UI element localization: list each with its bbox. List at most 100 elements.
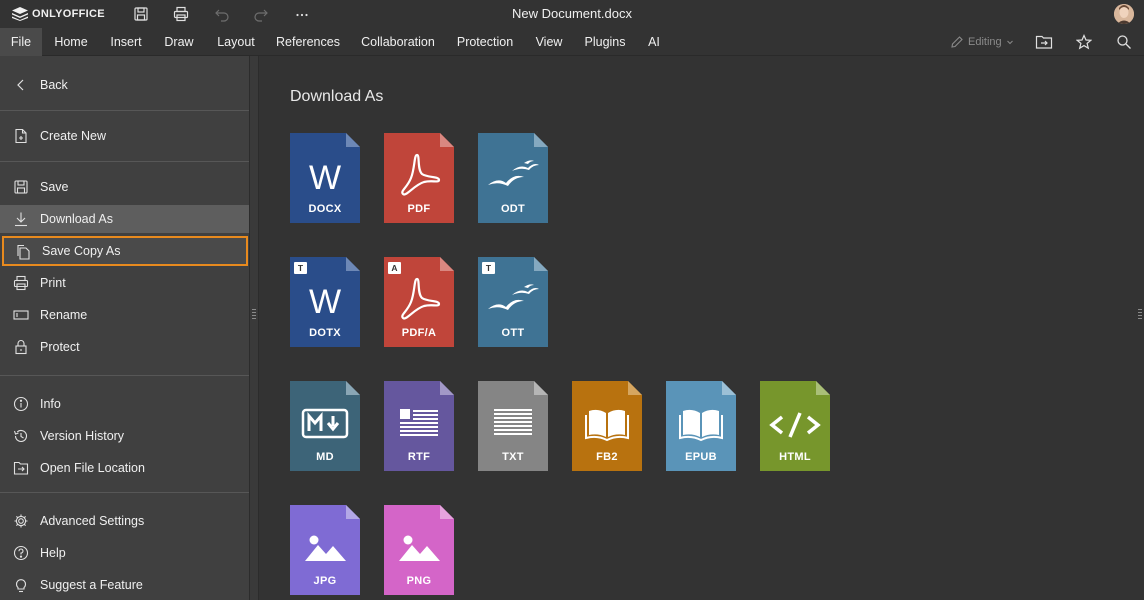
save-icon — [134, 7, 148, 21]
format-label: JPG — [313, 575, 337, 587]
format-label: DOCX — [308, 203, 342, 215]
sidebar-item-back[interactable]: Back — [0, 71, 249, 99]
open-location-button[interactable] — [1033, 32, 1055, 52]
sidebar-item-help[interactable]: Help — [0, 539, 249, 567]
sidebar-item-label: Help — [40, 546, 66, 560]
format-epub-button[interactable]: EPUB — [666, 381, 736, 471]
splitter-grip-icon — [1138, 309, 1142, 319]
sidebar-item-info[interactable]: Info — [0, 390, 249, 418]
tab-draw[interactable]: Draw — [157, 28, 201, 56]
sidebar-item-label: Download As — [40, 212, 113, 226]
sidebar-item-save-copy-as[interactable]: Save Copy As — [2, 236, 248, 266]
undo-button[interactable] — [211, 4, 233, 24]
tab-view[interactable]: View — [530, 28, 568, 56]
pencil-icon — [951, 36, 963, 48]
copy-icon — [15, 244, 31, 260]
sidebar-divider — [0, 375, 249, 376]
print-button[interactable] — [170, 4, 192, 24]
format-label: PDF/A — [401, 327, 437, 339]
new-file-icon — [13, 128, 29, 144]
download-icon — [13, 211, 29, 227]
undo-icon — [215, 9, 229, 22]
save-icon — [13, 179, 29, 195]
format-md-button[interactable]: MD — [290, 381, 360, 471]
brand-name: ONLYOFFICE — [32, 8, 105, 20]
sidebar-divider — [0, 161, 249, 162]
format-html-button[interactable]: HTML — [760, 381, 830, 471]
favorite-button[interactable] — [1073, 32, 1095, 52]
sidebar-item-label: Protect — [40, 340, 80, 354]
sidebar-item-download-as[interactable]: Download As — [0, 205, 249, 233]
download-as-panel: Download As W DOCX PDF ODT W T DOTX A PD… — [260, 56, 1136, 600]
tab-home[interactable]: Home — [45, 28, 97, 56]
page-title: Download As — [290, 88, 384, 105]
folder-arrow-icon — [1035, 35, 1053, 49]
tab-file[interactable]: File — [0, 28, 42, 56]
sidebar-splitter[interactable] — [249, 56, 259, 600]
tab-references[interactable]: References — [272, 28, 344, 56]
format-docx-button[interactable]: W DOCX — [290, 133, 360, 223]
lock-icon — [13, 339, 29, 355]
app-window: ONLYOFFICE New Document.docx File Home I… — [0, 0, 1144, 600]
rename-icon — [13, 307, 29, 323]
format-ott-button[interactable]: T OTT — [478, 257, 548, 347]
splitter-grip-icon — [252, 309, 256, 319]
more-dots-icon — [296, 13, 308, 17]
print-icon — [13, 275, 29, 291]
format-jpg-button[interactable]: JPG — [290, 505, 360, 595]
sidebar-item-print[interactable]: Print — [0, 269, 249, 297]
folder-icon — [13, 460, 29, 476]
sidebar-item-create-new[interactable]: Create New — [0, 122, 249, 150]
tab-layout[interactable]: Layout — [209, 28, 263, 56]
sidebar-item-label: Advanced Settings — [40, 514, 145, 528]
sidebar-item-open-file-location[interactable]: Open File Location — [0, 454, 249, 482]
redo-icon — [254, 9, 268, 22]
sidebar-divider — [0, 492, 249, 493]
format-png-button[interactable]: PNG — [384, 505, 454, 595]
editing-mode-label: Editing — [968, 36, 1002, 48]
tab-ai[interactable]: AI — [642, 28, 666, 56]
format-txt-button[interactable]: TXT — [478, 381, 548, 471]
tab-protection[interactable]: Protection — [452, 28, 518, 56]
sidebar-item-version-history[interactable]: Version History — [0, 422, 249, 450]
sidebar-item-suggest-feature[interactable]: Suggest a Feature — [0, 571, 249, 599]
format-fb2-button[interactable]: FB2 — [572, 381, 642, 471]
info-icon — [13, 396, 29, 412]
star-icon — [1076, 34, 1092, 50]
sidebar-item-rename[interactable]: Rename — [0, 301, 249, 329]
sidebar-item-label: Back — [40, 78, 68, 92]
format-rtf-button[interactable]: RTF — [384, 381, 454, 471]
avatar-icon — [1114, 4, 1134, 24]
sidebar-item-label: Suggest a Feature — [40, 578, 143, 592]
app-logo: ONLYOFFICE — [12, 6, 105, 22]
lightbulb-icon — [13, 577, 29, 593]
search-button[interactable] — [1113, 32, 1135, 52]
sidebar-divider — [0, 110, 249, 111]
format-label: EPUB — [685, 451, 717, 463]
tab-plugins[interactable]: Plugins — [580, 28, 630, 56]
template-badge: T — [294, 262, 307, 274]
main-scrollbar[interactable] — [1136, 56, 1144, 600]
sidebar-item-label: Save — [40, 180, 69, 194]
template-badge: T — [482, 262, 495, 274]
format-pdf-button[interactable]: PDF — [384, 133, 454, 223]
help-icon — [13, 545, 29, 561]
format-label: MD — [316, 451, 334, 463]
format-odt-button[interactable]: ODT — [478, 133, 548, 223]
format-dotx-button[interactable]: W T DOTX — [290, 257, 360, 347]
tab-collaboration[interactable]: Collaboration — [356, 28, 440, 56]
save-button[interactable] — [130, 4, 152, 24]
sidebar-item-protect[interactable]: Protect — [0, 333, 249, 361]
format-pdfa-button[interactable]: A PDF/A — [384, 257, 454, 347]
title-bar: ONLYOFFICE New Document.docx — [0, 0, 1144, 28]
more-button[interactable] — [291, 4, 313, 24]
tab-insert[interactable]: Insert — [102, 28, 150, 56]
redo-button[interactable] — [250, 4, 272, 24]
search-icon — [1117, 35, 1131, 49]
format-label: ODT — [500, 203, 526, 215]
sidebar-item-save[interactable]: Save — [0, 173, 249, 201]
user-avatar[interactable] — [1114, 4, 1134, 24]
format-label: HTML — [779, 451, 811, 463]
sidebar-item-advanced-settings[interactable]: Advanced Settings — [0, 507, 249, 535]
editing-mode-dropdown[interactable]: Editing — [950, 34, 1014, 50]
